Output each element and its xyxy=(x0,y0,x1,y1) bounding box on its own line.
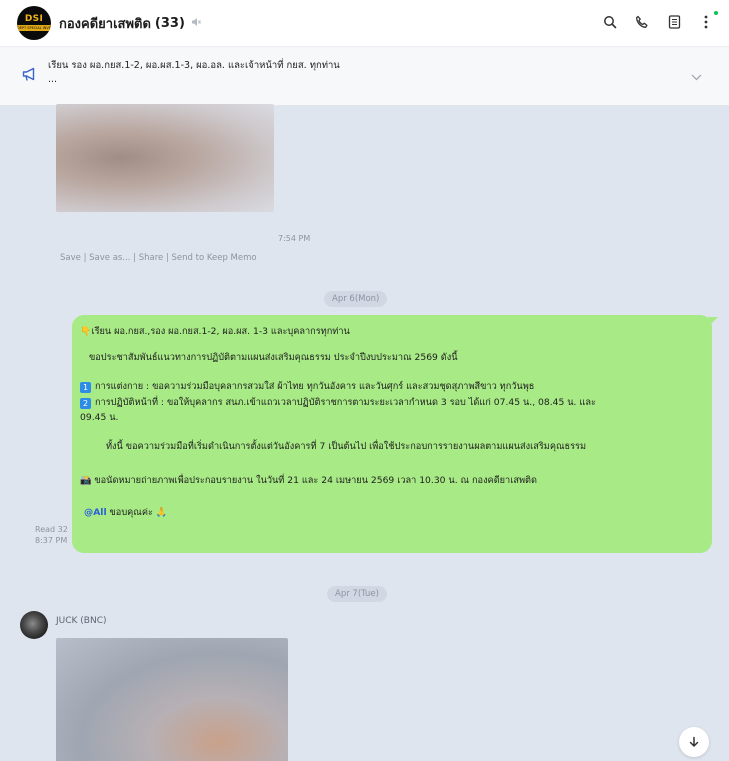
announcement-line: เรียน รอง ผอ.กยส.1-2, ผอ.ผส.1-3, ผอ.อล. … xyxy=(48,60,340,71)
megaphone-icon xyxy=(22,67,38,85)
mention-all[interactable]: @All xyxy=(84,507,107,518)
bubble-timestamp: 8:37 PM xyxy=(35,536,68,545)
member-count: (33) xyxy=(154,15,185,31)
sender-name: JUCK (BNC) xyxy=(56,616,107,626)
image-actions[interactable]: Save | Save as... | Share | Send to Keep… xyxy=(60,253,257,263)
bubble-greeting: 👇เรียน ผอ.กยส.,รอง ผอ.กยส.1-2, ผอ.ผส. 1-… xyxy=(80,326,350,337)
search-icon[interactable] xyxy=(601,10,619,34)
bubble-item-1: 1 การแต่งกาย : ขอความร่วมมือบุคลากรสวมใส่… xyxy=(80,380,534,394)
item-2-text: การปฏิบัติหน้าที่ : ขอให้บุคลากร สนภ.เข้… xyxy=(95,397,596,408)
avatar-logo-band: DEPT SPECIAL INVESTIGATION xyxy=(17,25,51,31)
more-icon[interactable] xyxy=(697,10,718,34)
avatar-logo-text: DSI xyxy=(24,14,44,24)
mute-icon xyxy=(191,17,201,30)
phone-icon[interactable] xyxy=(633,10,651,34)
message-bubble[interactable]: 👇เรียน ผอ.กยส.,รอง ผอ.กยส.1-2, ผอ.ผส. 1-… xyxy=(72,315,718,553)
announcement-text: เรียน รอง ผอ.กยส.1-2, ผอ.ผส.1-3, ผอ.อล. … xyxy=(48,59,668,87)
bubble-item-2-cont: 09.45 น. xyxy=(80,412,119,423)
group-avatar[interactable]: DSI DEPT SPECIAL INVESTIGATION xyxy=(17,6,51,40)
bubble-item-2: 2 การปฏิบัติหน้าที่ : ขอให้บุคลากร สนภ.เข… xyxy=(80,396,596,410)
date-divider: Apr 7(Tue) xyxy=(327,586,387,602)
bubble-appointment: 📸 ขอนัดหมายถ่ายภาพเพื่อประกอบรายงาน ในวั… xyxy=(80,475,537,486)
read-status: Read 32 8:37 PM xyxy=(35,524,68,546)
image-timestamp: 7:54 PM xyxy=(278,234,311,243)
bubble-closing: @All ขอบคุณค่ะ 🙏 xyxy=(84,506,167,520)
read-count: Read 32 xyxy=(35,525,68,534)
announcement-ellipsis: ... xyxy=(48,74,58,85)
shared-image[interactable] xyxy=(56,104,274,212)
notes-icon[interactable] xyxy=(665,10,683,34)
scroll-down-button[interactable] xyxy=(679,727,709,757)
chat-header: DSI DEPT SPECIAL INVESTIGATION กองคดียาเ… xyxy=(0,0,729,46)
chat-area[interactable]: 7:54 PM Save | Save as... | Share | Send… xyxy=(0,104,729,761)
shared-image[interactable] xyxy=(56,638,288,761)
avatar[interactable] xyxy=(20,611,48,639)
date-divider: Apr 6(Mon) xyxy=(324,291,388,307)
chevron-down-icon[interactable] xyxy=(691,71,702,84)
announcement-bar[interactable]: เรียน รอง ผอ.กยส.1-2, ผอ.ผส.1-3, ผอ.อล. … xyxy=(0,46,729,106)
bubble-note: ทั้งนี้ ขอความร่วมมือที่เริ่มดำเนินการตั… xyxy=(106,441,587,452)
thanks-text: ขอบคุณค่ะ 🙏 xyxy=(109,507,168,518)
group-title[interactable]: กองคดียาเสพติด xyxy=(59,13,151,34)
bubble-intro: ขอประชาสัมพันธ์แนวทางการปฏิบัติตามแผนส่ง… xyxy=(89,352,458,363)
notification-dot xyxy=(714,11,718,15)
number-badge-2: 2 xyxy=(80,398,91,409)
number-badge-1: 1 xyxy=(80,382,91,393)
item-1-text: การแต่งกาย : ขอความร่วมมือบุคลากรสวมใส่ … xyxy=(95,381,535,392)
